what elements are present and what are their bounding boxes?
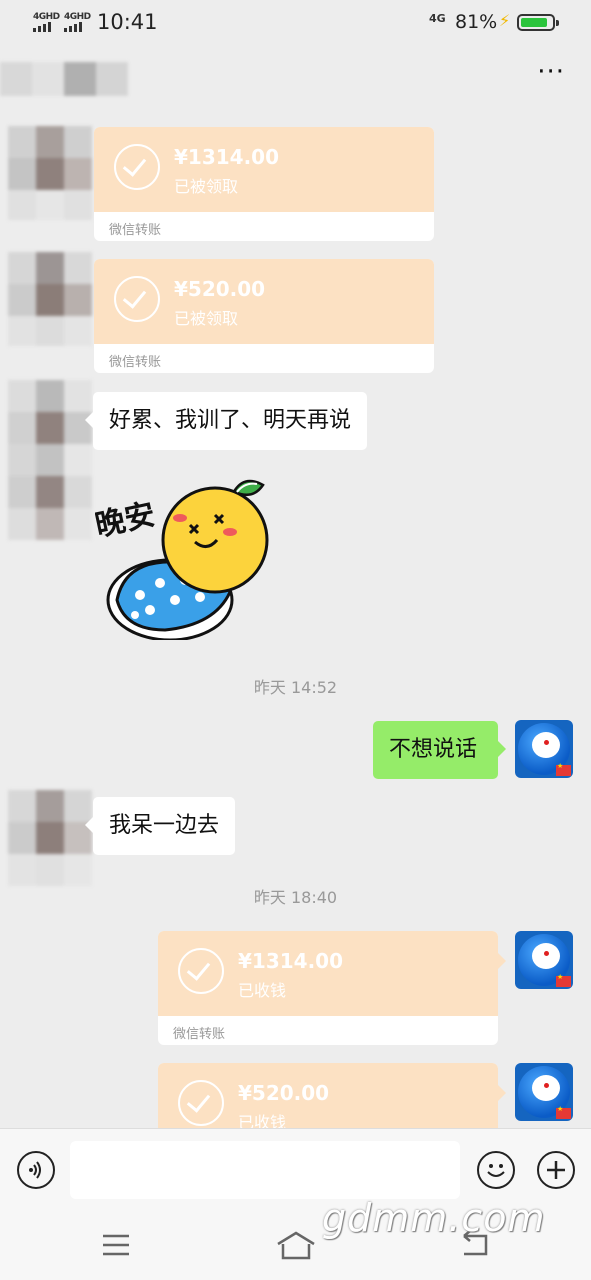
goodnight-sticker[interactable]: 晚安 xyxy=(92,470,275,642)
voice-icon[interactable] xyxy=(17,1151,55,1189)
transfer-status: 已被领取 xyxy=(174,309,239,328)
check-icon xyxy=(178,948,224,994)
signal-label-2: 4GHD xyxy=(64,12,91,22)
contact-avatar[interactable] xyxy=(8,252,92,346)
message-bubble-received[interactable]: 好累、我训了、明天再说 xyxy=(84,392,368,450)
timestamp: 昨天 14:52 xyxy=(253,678,338,697)
contact-avatar[interactable] xyxy=(8,790,92,886)
transfer-status: 已被领取 xyxy=(174,177,239,196)
check-icon xyxy=(178,1080,224,1126)
flag-icon xyxy=(556,973,571,987)
battery-percent: 81% xyxy=(455,11,498,33)
flag-icon xyxy=(556,762,571,776)
clock: 10:41 xyxy=(97,10,158,34)
signal-bars-1-icon xyxy=(33,22,55,32)
menu-icon[interactable] xyxy=(101,1232,131,1262)
flag-icon xyxy=(556,1105,571,1119)
more-options-button[interactable]: ··· xyxy=(537,59,565,85)
my-avatar[interactable] xyxy=(515,720,573,778)
transfer-card[interactable]: ¥520.00 已被领取 微信转账 xyxy=(94,259,434,373)
contact-name-pixelated xyxy=(0,62,128,96)
sticker-text: 晚安 xyxy=(95,497,158,544)
transfer-footer: 微信转账 xyxy=(173,1027,226,1042)
sticker-image: 晚安 xyxy=(92,479,269,642)
transfer-status: 已收钱 xyxy=(238,981,287,1000)
chat-header xyxy=(0,46,591,112)
transfer-card[interactable]: ¥1314.00 已被领取 微信转账 xyxy=(94,127,434,241)
home-icon[interactable] xyxy=(276,1230,316,1264)
check-icon xyxy=(114,144,160,190)
check-icon xyxy=(114,276,160,322)
battery-icon xyxy=(517,14,559,31)
signal-bars-2-icon xyxy=(64,22,86,32)
message-bubble-sent[interactable]: 不想说话 xyxy=(373,721,506,779)
network-type: 4G xyxy=(429,12,446,25)
transfer-footer: 微信转账 xyxy=(109,223,162,238)
emoji-icon[interactable] xyxy=(477,1151,515,1189)
charging-icon: ⚡ xyxy=(499,11,511,30)
contact-avatar[interactable] xyxy=(8,380,92,540)
message-bubble-received[interactable]: 我呆一边去 xyxy=(84,797,236,855)
signal-label-1: 4GHD xyxy=(33,12,60,22)
my-avatar[interactable] xyxy=(515,1063,573,1121)
watermark: gdmm.com xyxy=(322,1196,546,1240)
status-bar: 4GHD 4GHD 10:41 4G 81% ⚡ xyxy=(0,0,591,46)
my-avatar[interactable] xyxy=(515,931,573,989)
timestamp: 昨天 18:40 xyxy=(253,888,338,907)
contact-avatar[interactable] xyxy=(8,126,92,220)
transfer-amount: ¥520.00 xyxy=(174,277,266,301)
message-input[interactable] xyxy=(70,1141,460,1199)
transfer-card[interactable]: ¥1314.00 已收钱 微信转账 xyxy=(158,931,506,1045)
plus-icon[interactable] xyxy=(537,1151,575,1189)
transfer-amount: ¥520.00 xyxy=(238,1081,330,1105)
transfer-amount: ¥1314.00 xyxy=(238,949,344,973)
transfer-footer: 微信转账 xyxy=(109,355,162,370)
transfer-card[interactable]: ¥520.00 已收钱 xyxy=(158,1063,506,1148)
transfer-amount: ¥1314.00 xyxy=(174,145,280,169)
